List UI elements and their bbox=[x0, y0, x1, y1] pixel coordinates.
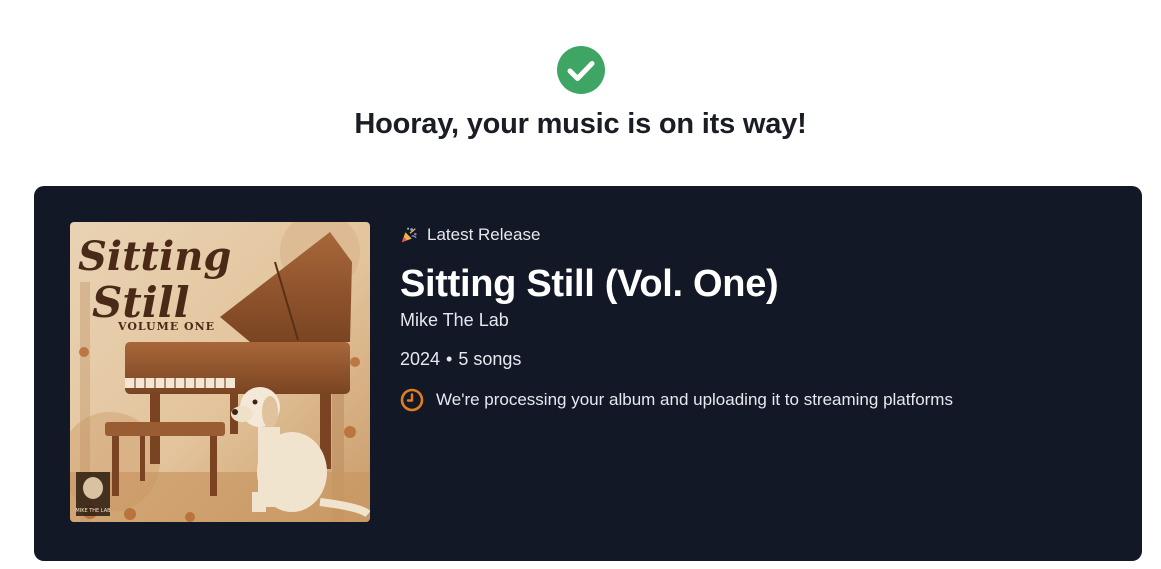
release-meta: 2024 • 5 songs bbox=[400, 349, 1112, 370]
success-indicator bbox=[0, 46, 1161, 94]
latest-release-tag: Latest Release bbox=[400, 222, 1112, 248]
processing-status: We're processing your album and uploadin… bbox=[400, 388, 1112, 412]
song-count: 5 songs bbox=[458, 348, 522, 369]
check-circle-icon bbox=[556, 46, 605, 94]
success-headline: Hooray, your music is on its way! bbox=[354, 108, 807, 140]
svg-text:MIKE THE LAB: MIKE THE LAB bbox=[75, 508, 111, 514]
album-title: Sitting Still (Vol. One) bbox=[400, 263, 779, 305]
artist-name: Mike The Lab bbox=[400, 309, 509, 330]
party-popper-icon bbox=[401, 227, 417, 243]
release-card: Sitting Still VOLUME ONE MIKE THE LAB La… bbox=[34, 186, 1142, 561]
album-cover-image: Sitting Still VOLUME ONE MIKE THE LAB bbox=[70, 222, 370, 522]
release-year: 2024 bbox=[400, 348, 441, 369]
svg-text:VOLUME ONE: VOLUME ONE bbox=[117, 320, 215, 333]
page: Hooray, your music is on its way! Sittin… bbox=[0, 0, 1161, 569]
svg-text:Sitting: Sitting bbox=[78, 233, 231, 280]
release-info: Latest Release Sitting Still (Vol. One) … bbox=[400, 222, 1112, 412]
meta-separator: • bbox=[446, 348, 453, 369]
latest-release-label: Latest Release bbox=[427, 225, 541, 244]
clock-icon bbox=[400, 388, 424, 412]
processing-status-text: We're processing your album and uploadin… bbox=[436, 389, 953, 409]
